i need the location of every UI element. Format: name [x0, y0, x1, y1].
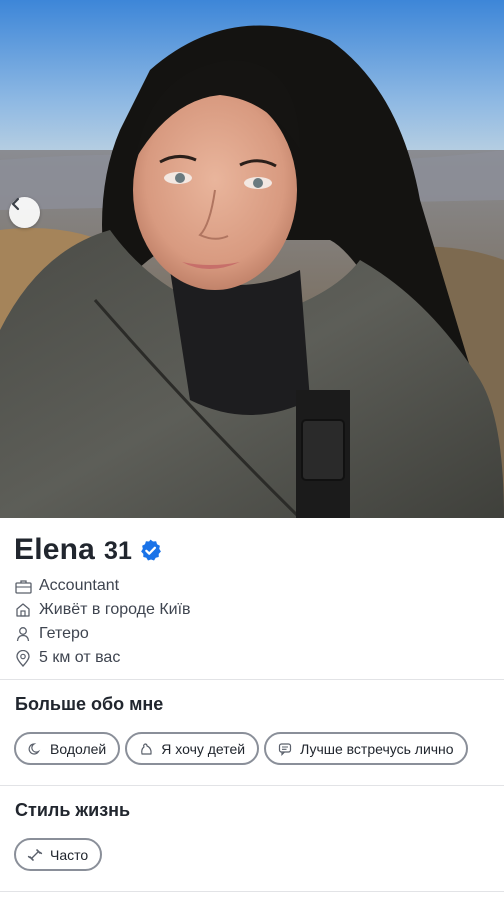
chip-communication[interactable]: Лучше встречусь лично	[264, 732, 468, 765]
info-distance-text: 5 км от вас	[39, 649, 121, 666]
info-distance: 5 км от вас	[14, 646, 191, 670]
profile-photo-illustration	[0, 0, 504, 518]
chip-kids-label: Я хочу детей	[161, 740, 246, 757]
chip-workout-label: Часто	[50, 846, 89, 863]
profile-name: Elena	[14, 533, 96, 566]
chip-zodiac[interactable]: Водолей	[14, 732, 121, 765]
zodiac-icon	[27, 741, 43, 757]
baby-icon	[138, 741, 154, 757]
lifestyle-section-title: Стиль жизнь	[15, 800, 131, 820]
section-divider	[0, 679, 504, 680]
profile-photo[interactable]	[0, 0, 504, 518]
info-city-text: Живёт в городе Київ	[39, 601, 191, 618]
briefcase-icon	[14, 577, 32, 595]
chip-workout[interactable]: Часто	[14, 838, 103, 871]
info-orientation: Гетеро	[14, 622, 191, 646]
about-section-title: Больше обо мне	[15, 694, 164, 714]
dumbbell-icon	[27, 847, 43, 863]
about-chips: Водолей Я хочу детей Лучше встречусь лич…	[14, 732, 468, 765]
chat-icon	[277, 741, 293, 757]
info-occupation-text: Accountant	[39, 577, 120, 594]
profile-age: 31	[104, 537, 132, 565]
home-icon	[14, 601, 32, 619]
info-orientation-text: Гетеро	[39, 625, 89, 642]
info-occupation: Accountant	[14, 574, 191, 598]
previous-photo-button[interactable]	[9, 197, 40, 228]
profile-header: Elena 31	[14, 533, 163, 567]
person-icon	[14, 625, 32, 643]
section-divider	[0, 891, 504, 892]
chip-kids[interactable]: Я хочу детей	[125, 732, 260, 765]
chip-communication-label: Лучше встречусь лично	[300, 740, 454, 757]
location-pin-icon	[14, 649, 32, 667]
chip-zodiac-label: Водолей	[50, 740, 107, 757]
section-divider	[0, 785, 504, 786]
info-city: Живёт в городе Київ	[14, 598, 191, 622]
profile-info-list: Accountant Живёт в городе Київ Гетеро 5 …	[14, 574, 191, 670]
lifestyle-chips: Часто	[14, 838, 103, 871]
verified-badge-icon	[138, 538, 163, 563]
